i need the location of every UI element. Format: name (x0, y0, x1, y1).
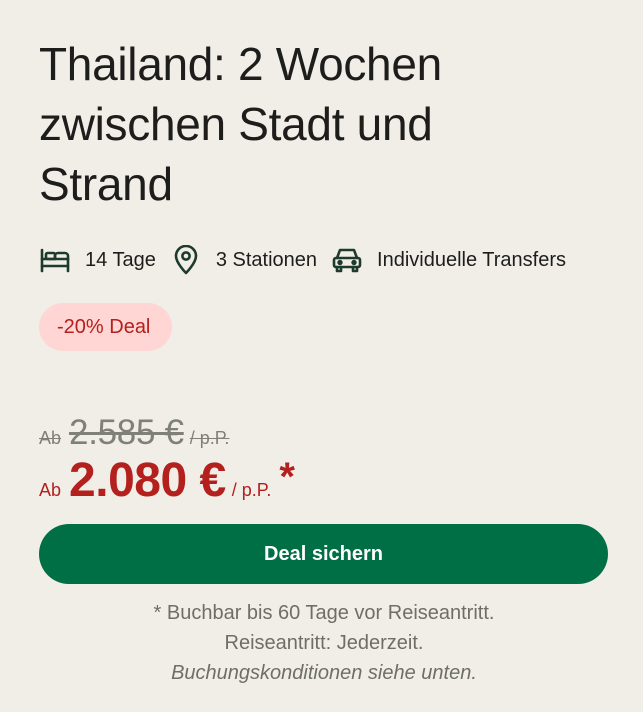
title-line-1: Thailand: 2 Wochen (39, 38, 442, 90)
old-price-suffix: / p.P. (189, 428, 230, 448)
title-line-2: zwischen Stadt und (39, 98, 433, 150)
new-price-suffix: / p.P. (231, 480, 272, 500)
old-price-amount: 2.585 € (69, 413, 184, 452)
note-travel-start: Reiseantritt: Jederzeit. (224, 632, 424, 654)
deal-sichern-button[interactable]: Deal sichern (39, 524, 608, 584)
note-booking-conditions: Buchungskonditionen siehe unten. (171, 662, 477, 684)
feature-transfers-label: Individuelle Transfers (377, 248, 566, 271)
title-line-3: Strand (39, 158, 173, 210)
new-price: Ab 2.080 € / p.P. * (39, 453, 609, 508)
feature-stations: 3 Stationen (170, 244, 317, 276)
offer-card: Thailand: 2 Wochen zwischen Stadt und St… (39, 0, 609, 688)
discount-badge: -20% Deal (39, 303, 173, 351)
feature-duration-label: 14 Tage (85, 248, 156, 271)
price-asterisk: * (279, 455, 295, 499)
location-pin-icon (170, 244, 202, 276)
note-booking-window: * Buchbar bis 60 Tage vor Reiseantritt. (153, 602, 495, 624)
bed-icon (39, 244, 71, 276)
feature-transfers: Individuelle Transfers (331, 244, 566, 276)
feature-stations-label: 3 Stationen (215, 248, 318, 271)
new-price-prefix: Ab (39, 480, 62, 500)
car-icon (331, 244, 363, 276)
old-price-prefix: Ab (39, 428, 62, 448)
feature-list: 14 Tage 3 Stationen Individuelle Transfe… (39, 244, 609, 276)
new-price-amount: 2.080 € (69, 454, 226, 507)
offer-title: Thailand: 2 Wochen zwischen Stadt und St… (39, 34, 559, 214)
old-price: Ab 2.585 € / p.P. (39, 413, 609, 453)
feature-duration: 14 Tage (39, 244, 156, 276)
booking-notes: * Buchbar bis 60 Tage vor Reiseantritt. … (39, 598, 609, 688)
